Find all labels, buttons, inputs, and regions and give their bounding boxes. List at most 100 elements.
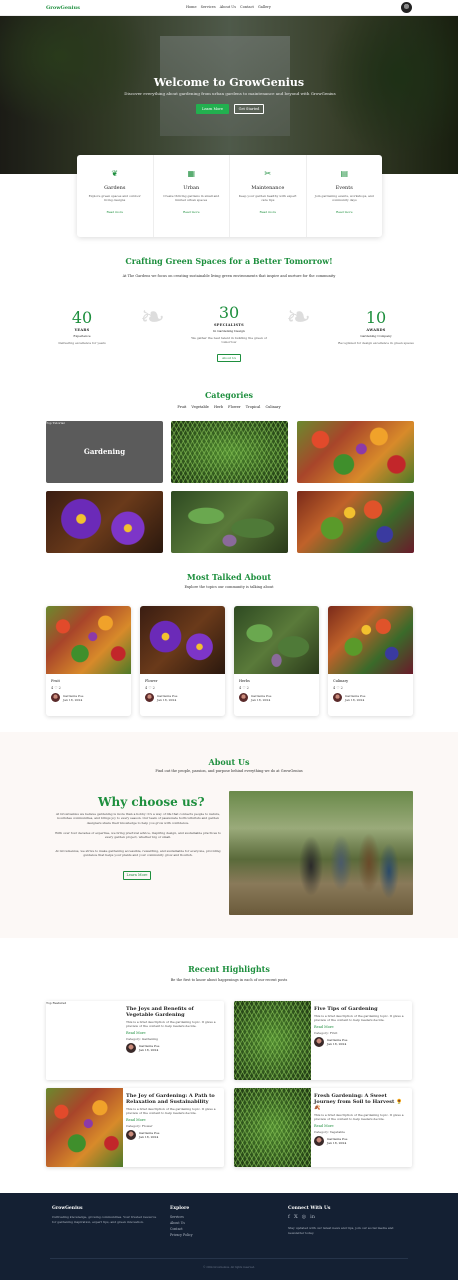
stat-sub: In Gardening Design bbox=[213, 329, 245, 333]
card-meta: 4 ♡ 2 bbox=[333, 686, 343, 690]
calendar-icon: ▤ bbox=[340, 169, 349, 178]
category-tile-fruits[interactable] bbox=[297, 491, 414, 553]
footer-link-privacy[interactable]: Privacy Policy bbox=[170, 1232, 193, 1238]
about-paragraph: At GrowGenius we believe gardening is mo… bbox=[55, 812, 221, 825]
highlight-category: Category: Flower bbox=[126, 1124, 153, 1128]
highlight-category: Category: Gardening bbox=[126, 1037, 158, 1041]
twitter-icon[interactable]: 𝕏 bbox=[294, 1214, 298, 1220]
stat-label: SPECIALISTS bbox=[213, 323, 245, 327]
card-title: Culinary bbox=[333, 679, 349, 683]
talked-card[interactable]: Herbs 4 ♡ 2 Gardenia Poe Jan 18, 2024 bbox=[234, 606, 319, 716]
nav-link-contact[interactable]: Contact bbox=[240, 5, 254, 9]
category-tile-gardening[interactable]: Top Tutorial Gardening bbox=[46, 421, 163, 483]
talked-card[interactable]: Flower 4 ♡ 2 Gardenia Poe Jan 18, 2024 bbox=[140, 606, 225, 716]
tab-culinary[interactable]: Culinary bbox=[265, 405, 280, 409]
post-date: Jan 18, 2024 bbox=[63, 697, 83, 702]
card-image bbox=[234, 606, 319, 674]
author-info: Gardenia Poe Jan 18, 2024 bbox=[251, 694, 271, 702]
hero-title: Welcome to GrowGenius bbox=[153, 76, 305, 89]
avatar bbox=[314, 1136, 324, 1146]
stat-specialists: 30 SPECIALISTS In Gardening Design We ga… bbox=[189, 303, 269, 363]
category-tile-herbs[interactable] bbox=[171, 491, 288, 553]
stat-awards: 10 AWARDS Gardening Company Recognized f… bbox=[336, 308, 416, 345]
about-learn-more-button[interactable]: Learn More bbox=[123, 871, 151, 880]
category-tabs: Fruit Vegetable Herb Flower Tropical Cul… bbox=[0, 405, 458, 409]
stat-label: AWARDS bbox=[366, 328, 386, 332]
highlights-title: Recent Highlights bbox=[188, 964, 270, 974]
card-title: Fruit bbox=[51, 679, 60, 683]
tools-icon: ✂ bbox=[264, 169, 272, 178]
read-more-link[interactable]: Read More bbox=[314, 1025, 409, 1029]
stat-number: 30 bbox=[218, 303, 240, 322]
talked-subtitle: Explore the topics our community is talk… bbox=[184, 585, 274, 589]
facebook-icon[interactable]: f bbox=[288, 1214, 290, 1220]
crafting-title: Crafting Green Spaces for a Better Tomor… bbox=[125, 256, 333, 266]
author-name: Gardenia Poe bbox=[345, 693, 366, 698]
stat-label: YEARS bbox=[74, 328, 90, 332]
author-info: Gardenia Poe Jan 18, 2024 bbox=[327, 1137, 347, 1145]
card-author: Gardenia Poe Jan 18, 2024 bbox=[145, 693, 225, 702]
talked-title: Most Talked About bbox=[186, 572, 272, 582]
read-more-link[interactable]: Read More bbox=[126, 1118, 221, 1122]
tab-herb[interactable]: Herb bbox=[214, 405, 223, 409]
highlight-desc: This is a brief description of the garde… bbox=[314, 1113, 404, 1121]
feature-maintenance: ✂ Maintenance Keep your garden healthy w… bbox=[230, 155, 307, 237]
tab-tropical[interactable]: Tropical bbox=[246, 405, 261, 409]
leaf-icon: ❦ bbox=[111, 169, 119, 178]
footer-brand-desc: Cultivating knowledge, growing communiti… bbox=[52, 1215, 157, 1224]
nav-link-services[interactable]: Services bbox=[201, 5, 216, 9]
highlight-card[interactable]: Top Featured The Joys and Benefits of Ve… bbox=[46, 1001, 224, 1080]
feature-read-more-link[interactable]: Read more bbox=[307, 210, 383, 214]
highlight-card[interactable]: Five Tips of Gardening This is a brief d… bbox=[234, 1001, 412, 1080]
categories-title: Categories bbox=[204, 390, 254, 400]
about-subtitle: Find out the people, passion, and purpos… bbox=[155, 769, 303, 773]
card-title: Herbs bbox=[239, 679, 250, 683]
read-more-link[interactable]: Read More bbox=[314, 1124, 409, 1128]
why-choose-title: Why choose us? bbox=[98, 795, 205, 809]
hero-learn-more-button[interactable]: Learn More bbox=[196, 104, 229, 114]
feature-read-more-link[interactable]: Read more bbox=[77, 210, 153, 214]
tab-flower[interactable]: Flower bbox=[228, 405, 240, 409]
category-tile-vegetables[interactable] bbox=[297, 421, 414, 483]
talked-card[interactable]: Culinary 4 ♡ 2 Gardenia Poe Jan 18, 2024 bbox=[328, 606, 413, 716]
nav-link-gallery[interactable]: Gallery bbox=[258, 5, 271, 9]
category-tile-flowers[interactable] bbox=[46, 491, 163, 553]
avatar bbox=[51, 693, 60, 702]
avatar bbox=[333, 693, 342, 702]
site-logo[interactable]: GrowGenius bbox=[46, 5, 80, 11]
highlight-author: Gardenia Poe Jan 18, 2024 bbox=[126, 1130, 221, 1140]
card-meta: 4 ♡ 2 bbox=[51, 686, 61, 690]
author-info: Gardenia Poe Jan 18, 2024 bbox=[139, 1044, 159, 1052]
feature-read-more-link[interactable]: Read more bbox=[230, 210, 306, 214]
author-name: Gardenia Poe bbox=[63, 693, 84, 698]
highlight-desc: This is a brief description of the garde… bbox=[126, 1020, 216, 1028]
read-more-link[interactable]: Read More bbox=[126, 1031, 221, 1035]
linkedin-icon[interactable]: in bbox=[310, 1214, 315, 1220]
highlight-author: Gardenia Poe Jan 18, 2024 bbox=[314, 1037, 409, 1047]
stat-years: 40 YEARS Experience Delivering excellenc… bbox=[42, 308, 122, 345]
instagram-icon[interactable]: ◎ bbox=[302, 1214, 306, 1220]
leaf-decoration-icon: ❧ bbox=[286, 300, 312, 335]
about-us-button[interactable]: About Us bbox=[216, 354, 242, 362]
tab-fruit[interactable]: Fruit bbox=[177, 405, 186, 409]
building-icon: ▦ bbox=[187, 169, 196, 178]
talked-card[interactable]: Fruit 4 ♡ 2 Gardenia Poe Jan 18, 2024 bbox=[46, 606, 131, 716]
top-featured-tag: Top Featured bbox=[46, 1001, 67, 1005]
tab-vegetable[interactable]: Vegetable bbox=[191, 405, 209, 409]
author-info: Gardenia Poe Jan 18, 2024 bbox=[157, 694, 177, 702]
user-avatar[interactable] bbox=[401, 2, 412, 13]
feature-read-more-link[interactable]: Read more bbox=[154, 210, 230, 214]
highlight-card[interactable]: The Joy of Gardening: A Path to Relaxati… bbox=[46, 1088, 224, 1167]
nav-link-home[interactable]: Home bbox=[186, 5, 197, 9]
feature-title: Urban bbox=[183, 185, 200, 191]
feature-title: Gardens bbox=[104, 185, 126, 191]
highlight-card[interactable]: Fresh Gardening: A Sweet Journey from So… bbox=[234, 1088, 412, 1167]
hero-get-started-button[interactable]: Get Started bbox=[234, 104, 264, 114]
nav-link-about[interactable]: About Us bbox=[220, 5, 236, 9]
category-tile-fern[interactable] bbox=[171, 421, 288, 483]
highlight-author: Gardenia Poe Jan 18, 2024 bbox=[314, 1136, 409, 1146]
hero-subtitle: Discover everything about gardening from… bbox=[124, 91, 336, 96]
highlight-desc: This is a brief description of the garde… bbox=[314, 1014, 404, 1022]
card-image bbox=[328, 606, 413, 674]
footer-copyright: © 2024 GrowGenius. All rights reserved. bbox=[202, 1266, 256, 1269]
